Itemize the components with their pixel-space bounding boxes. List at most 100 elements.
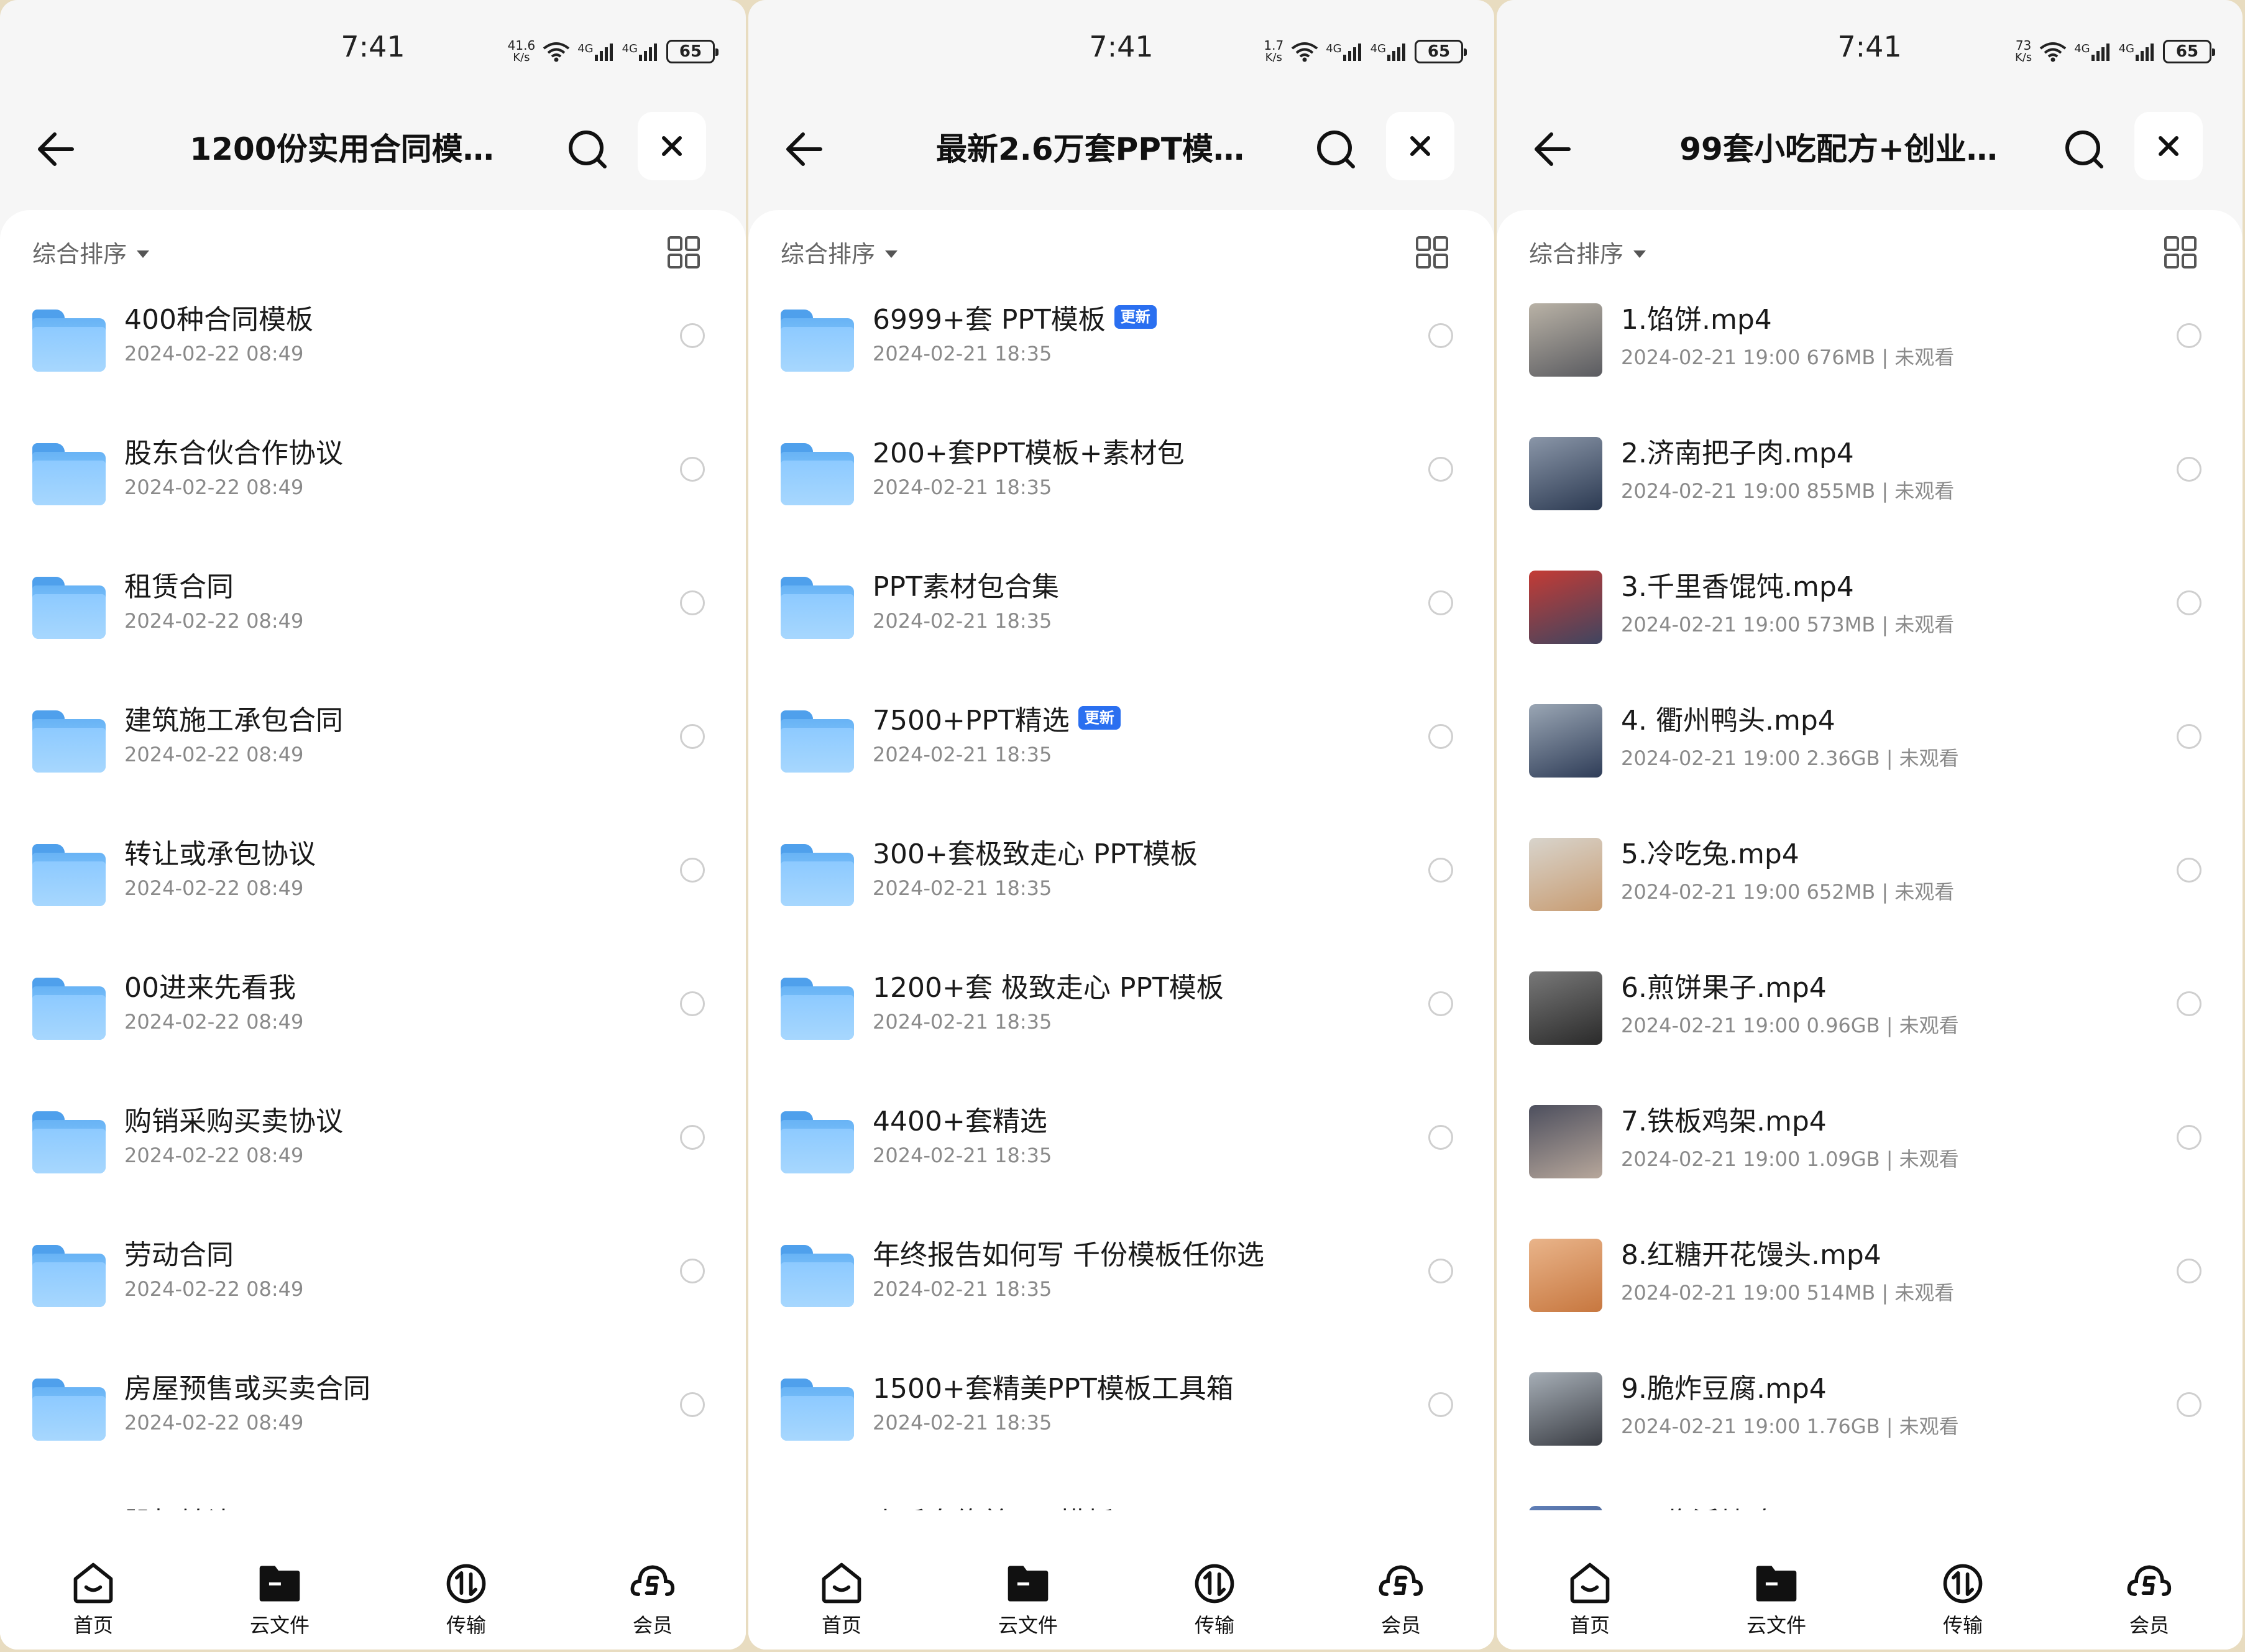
item-title: 5.冷吃兔.mp4 (1621, 832, 1799, 871)
video-list-item[interactable]: 10.临沂炒鸡.mp4 (1497, 1481, 2243, 1510)
select-radio[interactable] (680, 590, 705, 615)
select-radio[interactable] (2177, 1259, 2201, 1283)
folder-list-item[interactable]: 购销采购买卖协议 2024-02-22 08:49 (0, 1080, 746, 1214)
tab-home[interactable]: 首页 (31, 1560, 155, 1650)
folder-list-item[interactable]: 1500+套精美PPT模板工具箱 2024-02-21 18:35 (748, 1347, 1494, 1481)
folder-list-item[interactable]: 200+套PPT模板+素材包 2024-02-21 18:35 (748, 412, 1494, 546)
close-button[interactable] (638, 112, 706, 180)
tab-folder[interactable]: 云文件 (218, 1560, 342, 1650)
close-icon (662, 136, 682, 156)
folder-list-item[interactable]: 租赁合同 2024-02-22 08:49 (0, 546, 746, 679)
select-radio[interactable] (2177, 1125, 2201, 1150)
folder-list-item[interactable]: 上千套绝美PPT模板 (748, 1481, 1494, 1510)
search-button[interactable] (2059, 124, 2109, 174)
select-radio[interactable] (680, 858, 705, 883)
select-radio[interactable] (2177, 1392, 2201, 1417)
select-radio[interactable] (1428, 323, 1453, 348)
select-radio[interactable] (680, 457, 705, 482)
select-radio[interactable] (2177, 323, 2201, 348)
select-radio[interactable] (2177, 590, 2201, 615)
select-radio[interactable] (2177, 457, 2201, 482)
back-button[interactable] (31, 124, 81, 174)
select-radio[interactable] (2177, 991, 2201, 1016)
tab-home[interactable]: 首页 (779, 1560, 904, 1650)
folder-list-item[interactable]: 房屋预售或买卖合同 2024-02-22 08:49 (0, 1347, 746, 1481)
video-list-item[interactable]: 5.冷吃兔.mp4 2024-02-21 19:00 652MB | 未观看 (1497, 813, 2243, 947)
select-radio[interactable] (680, 1125, 705, 1150)
video-list-item[interactable]: 3.千里香馄饨.mp4 2024-02-21 19:00 573MB | 未观看 (1497, 546, 2243, 679)
video-list-item[interactable]: 1.馅饼.mp4 2024-02-21 19:00 676MB | 未观看 (1497, 278, 2243, 412)
sort-dropdown[interactable]: 综合排序 (1529, 235, 1646, 269)
folder-shape (32, 710, 106, 773)
folder-list-item[interactable]: 00进来先看我 2024-02-22 08:49 (0, 947, 746, 1080)
tab-transfer[interactable]: 传输 (404, 1560, 528, 1650)
folder-list-item[interactable]: 转让或承包协议 2024-02-22 08:49 (0, 813, 746, 947)
sort-dropdown[interactable]: 综合排序 (781, 235, 898, 269)
video-list-item[interactable]: 4. 衢州鸭头.mp4 2024-02-21 19:00 2.36GB | 未观看 (1497, 679, 2243, 813)
item-name: 400种合同模板 (124, 304, 313, 336)
folder-list-item[interactable]: 4400+套精选 2024-02-21 18:35 (748, 1080, 1494, 1214)
close-button[interactable] (2134, 112, 2203, 180)
folder-title: 1200份实用合同模… (190, 131, 494, 167)
video-list-item[interactable]: 6.煎饼果子.mp4 2024-02-21 19:00 0.96GB | 未观看 (1497, 947, 2243, 1080)
select-radio[interactable] (680, 724, 705, 749)
tab-vip[interactable]: 会员 (2087, 1560, 2211, 1650)
close-button[interactable] (1386, 112, 1454, 180)
network-speed-value: 41.6 (507, 38, 536, 53)
select-radio[interactable] (1428, 1392, 1453, 1417)
select-radio[interactable] (680, 1259, 705, 1283)
tab-folder[interactable]: 云文件 (966, 1560, 1090, 1650)
video-list-item[interactable]: 7.铁板鸡架.mp4 2024-02-21 19:00 1.09GB | 未观看 (1497, 1080, 2243, 1214)
video-list-item[interactable]: 9.脆炸豆腐.mp4 2024-02-21 19:00 1.76GB | 未观看 (1497, 1347, 2243, 1481)
sort-dropdown[interactable]: 综合排序 (32, 235, 150, 269)
select-radio[interactable] (680, 323, 705, 348)
grid-view-button[interactable] (2163, 235, 2198, 270)
folder-list-item[interactable]: 6999+套 PPT模板 更新 2024-02-21 18:35 (748, 278, 1494, 412)
tab-vip[interactable]: 会员 (1339, 1560, 1463, 1650)
tab-vip[interactable]: 会员 (590, 1560, 715, 1650)
tab-folder[interactable]: 云文件 (1714, 1560, 1839, 1650)
search-button[interactable] (562, 124, 612, 174)
folder-list-item[interactable]: 股东合伙合作协议 2024-02-22 08:49 (0, 412, 746, 546)
select-radio[interactable] (1428, 590, 1453, 615)
folder-list-item[interactable]: 劳动合同 2024-02-22 08:49 (0, 1214, 746, 1347)
select-radio[interactable] (2177, 858, 2201, 883)
folder-list-item[interactable]: 400种合同模板 2024-02-22 08:49 (0, 278, 746, 412)
select-radio[interactable] (1428, 858, 1453, 883)
select-radio[interactable] (680, 1392, 705, 1417)
back-button[interactable] (779, 124, 829, 174)
item-title: 2.济南把子肉.mp4 (1621, 431, 1854, 470)
select-radio[interactable] (1428, 457, 1453, 482)
select-radio[interactable] (1428, 1125, 1453, 1150)
folder-icon (781, 437, 854, 510)
folder-list-item[interactable]: 年终报告如何写 千份模板任你选 2024-02-21 18:35 (748, 1214, 1494, 1347)
folder-list-item[interactable]: 股权转让 (0, 1481, 746, 1510)
item-meta: 2024-02-22 08:49 (124, 743, 304, 766)
select-radio[interactable] (680, 991, 705, 1016)
video-list-item[interactable]: 2.济南把子肉.mp4 2024-02-21 19:00 855MB | 未观看 (1497, 412, 2243, 546)
folder-body (32, 853, 106, 906)
video-list-item[interactable]: 8.红糖开花馒头.mp4 2024-02-21 19:00 514MB | 未观看 (1497, 1214, 2243, 1347)
folder-list-item[interactable]: PPT素材包合集 2024-02-21 18:35 (748, 546, 1494, 679)
grid-view-button[interactable] (666, 235, 701, 270)
grid-view-button[interactable] (1415, 235, 1449, 270)
status-bar: 7:41 73 K/s 4G 4G 65 (1497, 0, 2243, 99)
search-button[interactable] (1311, 124, 1361, 174)
folder-list-item[interactable]: 建筑施工承包合同 2024-02-22 08:49 (0, 679, 746, 813)
select-radio[interactable] (1428, 991, 1453, 1016)
folder-shape (781, 443, 854, 505)
folder-list-item[interactable]: 1200+套 极致走心 PPT模板 2024-02-21 18:35 (748, 947, 1494, 1080)
file-list-sheet: 综合排序 1.馅饼.mp4 2024-02-21 19:00 676MB | 未观… (1497, 210, 2243, 1650)
tab-home[interactable]: 首页 (1528, 1560, 1652, 1650)
select-radio[interactable] (1428, 1259, 1453, 1283)
folder-icon (32, 303, 106, 377)
back-button[interactable] (1528, 124, 1577, 174)
network-type-label: 4G (577, 42, 594, 55)
select-radio[interactable] (1428, 724, 1453, 749)
folder-list-item[interactable]: 300+套极致走心 PPT模板 2024-02-21 18:35 (748, 813, 1494, 947)
select-radio[interactable] (2177, 724, 2201, 749)
video-thumbnail-image (1529, 1372, 1602, 1446)
folder-list-item[interactable]: 7500+PPT精选 更新 2024-02-21 18:35 (748, 679, 1494, 813)
tab-transfer[interactable]: 传输 (1901, 1560, 2025, 1650)
tab-transfer[interactable]: 传输 (1152, 1560, 1277, 1650)
